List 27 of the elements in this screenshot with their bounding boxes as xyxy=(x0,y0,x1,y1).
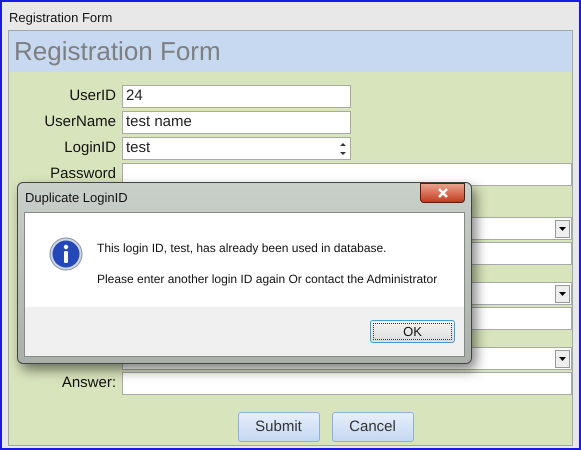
dropdown-button[interactable] xyxy=(555,284,570,302)
input-field[interactable] xyxy=(122,372,572,395)
close-icon xyxy=(436,188,448,198)
dropdown-button[interactable] xyxy=(555,350,570,368)
dialog-message: This login ID, test, has already been used in database. xyxy=(97,240,388,257)
field-label: LoginID xyxy=(64,139,116,156)
caret-icon xyxy=(559,226,566,230)
form-button[interactable]: Cancel xyxy=(332,412,414,442)
spin-arrows-icon[interactable] xyxy=(339,140,347,156)
form-button[interactable]: Submit xyxy=(238,412,320,442)
dialog-title: Duplicate LoginID xyxy=(24,188,128,207)
spin-field[interactable]: test xyxy=(122,137,351,160)
field-label: UserID xyxy=(69,87,116,104)
field-label: UserName xyxy=(44,113,116,130)
input-field[interactable]: test name xyxy=(122,111,351,134)
dropdown-button[interactable] xyxy=(555,220,570,238)
ok-button[interactable]: OK xyxy=(370,320,455,343)
field-label: Password xyxy=(50,165,116,182)
window-title: Registration Form xyxy=(8,9,114,27)
close-button[interactable] xyxy=(420,183,465,203)
input-field[interactable]: 24 xyxy=(122,85,351,108)
caret-icon xyxy=(559,292,566,296)
caret-icon xyxy=(559,356,566,360)
info-icon xyxy=(49,237,83,271)
field-label: Answer: xyxy=(62,374,116,392)
dialog-message: Please enter another login ID again Or contact the Administrator xyxy=(97,271,438,288)
form-header: Registration Form xyxy=(9,31,572,72)
